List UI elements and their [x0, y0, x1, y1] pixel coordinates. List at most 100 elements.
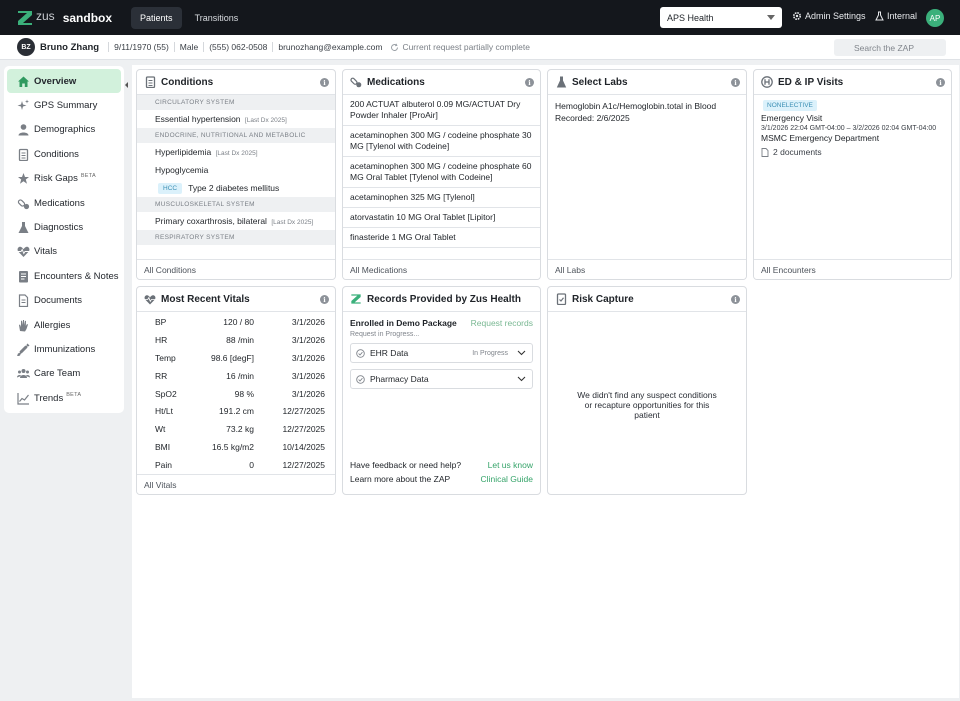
- all-conditions-link[interactable]: All Conditions: [137, 259, 335, 279]
- sidebar-item-trends[interactable]: Trends BETA: [7, 386, 121, 410]
- all-medications-link[interactable]: All Medications: [343, 259, 540, 279]
- condition-section-header: CIRCULATORY SYSTEM: [137, 95, 335, 110]
- person-icon: [16, 123, 30, 137]
- trend-icon: [16, 391, 30, 405]
- table-row: Temp 98.6 [degF] 3/1/2026: [137, 349, 335, 367]
- risk-capture-card: Risk Capture i We didn't find any suspec…: [547, 286, 747, 495]
- condition-last-dx: [Last Dx 2025]: [215, 150, 258, 157]
- clinical-guide-link[interactable]: Clinical Guide: [481, 472, 533, 486]
- medication-item[interactable]: acetaminophen 300 MG / codeine phosphate…: [343, 126, 540, 157]
- condition-item[interactable]: Essential hypertension [Last Dx 2025]: [137, 110, 335, 128]
- internal-label: Internal: [887, 11, 918, 21]
- table-row: Pain 0 12/27/2025: [137, 456, 335, 474]
- conditions-card: Conditions i CIRCULATORY SYSTEM Essentia…: [136, 69, 336, 280]
- pharmacy-data-accordion[interactable]: Pharmacy Data: [350, 369, 533, 389]
- medication-item[interactable]: atorvastatin 10 MG Oral Tablet [Lipitor]: [343, 208, 540, 228]
- feedback-link[interactable]: Let us know: [488, 458, 533, 472]
- vital-name: BP: [155, 316, 167, 327]
- sidebar-item-demographics[interactable]: Demographics: [7, 118, 121, 142]
- vital-name: BMI: [155, 442, 171, 453]
- collapse-sidebar-icon[interactable]: [124, 80, 129, 90]
- risk-capture-card-header: Risk Capture i: [548, 287, 746, 312]
- info-icon[interactable]: i: [936, 78, 945, 87]
- sidebar-item-gps-summary[interactable]: GPS Summary: [7, 93, 121, 117]
- sidebar-item-overview[interactable]: Overview: [7, 69, 121, 94]
- sidebar-item-conditions[interactable]: Conditions: [7, 142, 121, 166]
- sidebar-item-label: Demographics: [34, 124, 96, 136]
- admin-settings-button[interactable]: Admin Settings: [792, 11, 866, 21]
- medication-item[interactable]: 200 ACTUAT albuterol 0.09 MG/ACTUAT Dry …: [343, 95, 540, 126]
- condition-section-header: MUSCULOSKELETAL SYSTEM: [137, 197, 335, 212]
- ed-ip-visits-card: ED & IP Visits i NONELECTIVE Emergency V…: [753, 69, 952, 280]
- pharmacy-data-label: Pharmacy Data: [370, 374, 429, 384]
- sidebar-item-label: GPS Summary: [34, 100, 98, 112]
- vital-name: RR: [155, 370, 168, 381]
- condition-item[interactable]: Hypoglycemia: [137, 161, 335, 179]
- hand-icon: [16, 318, 30, 332]
- info-icon[interactable]: i: [525, 78, 534, 87]
- sidebar-item-label: Trends: [34, 392, 64, 404]
- vital-date: 12/27/2025: [282, 460, 325, 471]
- tab-patients[interactable]: Patients: [131, 6, 182, 29]
- lab-item[interactable]: Hemoglobin A1c/Hemoglobin.total in Blood…: [548, 95, 746, 130]
- info-icon[interactable]: i: [731, 78, 740, 87]
- sidebar-item-care-team[interactable]: Care Team: [7, 362, 121, 386]
- all-encounters-link[interactable]: All Encounters: [754, 259, 951, 279]
- sidebar-item-diagnostics[interactable]: Diagnostics: [7, 215, 121, 239]
- vital-value: 16 /min: [226, 370, 254, 381]
- vital-date: 3/1/2026: [291, 316, 325, 327]
- sidebar-item-encounters-notes[interactable]: Encounters & Notes: [7, 264, 121, 288]
- condition-item[interactable]: Primary coxarthrosis, bilateral [Last Dx…: [137, 212, 335, 230]
- internal-button[interactable]: Internal: [875, 11, 917, 21]
- condition-item[interactable]: Hyperlipidemia [Last Dx 2025]: [137, 143, 335, 161]
- request-records-button[interactable]: Request records: [471, 318, 533, 328]
- vital-name: Temp: [155, 352, 176, 363]
- sidebar-item-vitals[interactable]: Vitals: [7, 240, 121, 264]
- ehr-data-accordion[interactable]: EHR Data In Progress: [350, 343, 533, 363]
- zus-logo-icon: [18, 10, 32, 25]
- all-labs-link[interactable]: All Labs: [548, 259, 746, 279]
- info-icon[interactable]: i: [731, 295, 740, 304]
- beta-badge: BETA: [66, 392, 82, 399]
- clipboard-icon: [16, 147, 30, 161]
- patient-header: BZ Bruno Zhang 9/11/1970 (55) Male (555)…: [0, 35, 960, 86]
- all-vitals-link[interactable]: All Vitals: [137, 474, 335, 494]
- vitals-table: BP 120 / 80 3/1/2026 HR 88 /min 3/1/2026 Tem…: [137, 312, 335, 474]
- sidebar-item-medications[interactable]: Medications: [7, 191, 121, 215]
- info-icon[interactable]: i: [320, 295, 329, 304]
- encounter-item[interactable]: NONELECTIVE Emergency Visit 3/1/2026 22:…: [754, 95, 951, 162]
- vital-value: 191.2 cm: [219, 406, 254, 417]
- organization-select[interactable]: APS Health: [660, 7, 782, 28]
- lab-recorded-date: Recorded: 2/6/2025: [555, 112, 630, 123]
- vital-value: 73.2 kg: [226, 424, 254, 435]
- beta-badge: BETA: [80, 172, 96, 179]
- zap-search-input[interactable]: [834, 39, 946, 56]
- table-row: BP 120 / 80 3/1/2026: [137, 313, 335, 331]
- user-avatar[interactable]: AP: [926, 9, 944, 27]
- home-icon: [16, 74, 30, 88]
- sidebar-item-immunizations[interactable]: Immunizations: [7, 337, 121, 361]
- ehr-data-label: EHR Data: [370, 348, 409, 358]
- info-icon[interactable]: i: [320, 78, 329, 87]
- medication-item[interactable]: finasteride 1 MG Oral Tablet: [343, 228, 540, 248]
- hospital-icon: [761, 76, 773, 88]
- risk-capture-title: Risk Capture: [572, 293, 634, 305]
- records-body: Enrolled in Demo Package Request records…: [343, 312, 540, 389]
- vital-name: Wt: [155, 424, 166, 435]
- condition-section-header: ENDOCRINE, NUTRITIONAL AND METABOLIC: [137, 128, 335, 143]
- sidebar-item-documents[interactable]: Documents: [7, 289, 121, 313]
- medication-item[interactable]: acetaminophen 300 MG / codeine phosphate…: [343, 157, 540, 188]
- patient-avatar: BZ: [17, 38, 35, 56]
- vital-date: 12/27/2025: [282, 406, 325, 417]
- chevron-down-icon: [767, 15, 775, 20]
- zus-logo[interactable]: zus: [16, 9, 55, 27]
- encounter-documents-link[interactable]: 2 documents: [761, 147, 944, 158]
- tab-transitions[interactable]: Transitions: [186, 7, 248, 29]
- sidebar-item-allergies[interactable]: Allergies: [7, 313, 121, 337]
- vital-value: 16.5 kg/m2: [211, 442, 254, 453]
- medication-item[interactable]: acetaminophen 325 MG [Tylenol]: [343, 188, 540, 208]
- sidebar-item-risk-gaps[interactable]: Risk Gaps BETA: [7, 167, 121, 191]
- condition-item[interactable]: HCC Type 2 diabetes mellitus: [137, 179, 335, 197]
- vitals-card-header: Most Recent Vitals i: [137, 287, 335, 312]
- clipboard-check-icon: [555, 293, 567, 305]
